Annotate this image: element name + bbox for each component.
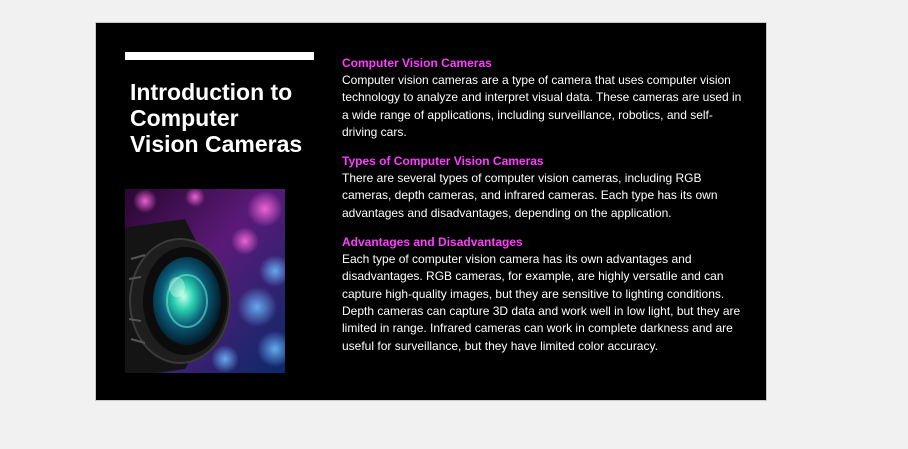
slide: Introduction to Computer Vision Cameras <box>95 22 767 401</box>
section-body: There are several types of computer visi… <box>342 171 718 220</box>
section-types-of-cameras: Types of Computer Vision Cameras There a… <box>342 153 742 222</box>
section-heading: Advantages and Disadvantages <box>342 235 523 250</box>
section-advantages-disadvantages: Advantages and Disadvantages Each type o… <box>342 234 742 355</box>
section-computer-vision-cameras: Computer Vision Cameras Computer vision … <box>342 55 742 141</box>
section-heading: Types of Computer Vision Cameras <box>342 154 544 169</box>
section-body: Each type of computer vision camera has … <box>342 252 741 353</box>
title-accent-bar <box>125 52 314 60</box>
camera-lens-image <box>125 189 285 373</box>
section-heading: Computer Vision Cameras <box>342 56 492 70</box>
section-body: Computer vision cameras are a type of ca… <box>342 73 742 139</box>
content-column: Computer Vision Cameras Computer vision … <box>342 55 742 367</box>
slide-title: Introduction to Computer Vision Cameras <box>130 79 303 157</box>
